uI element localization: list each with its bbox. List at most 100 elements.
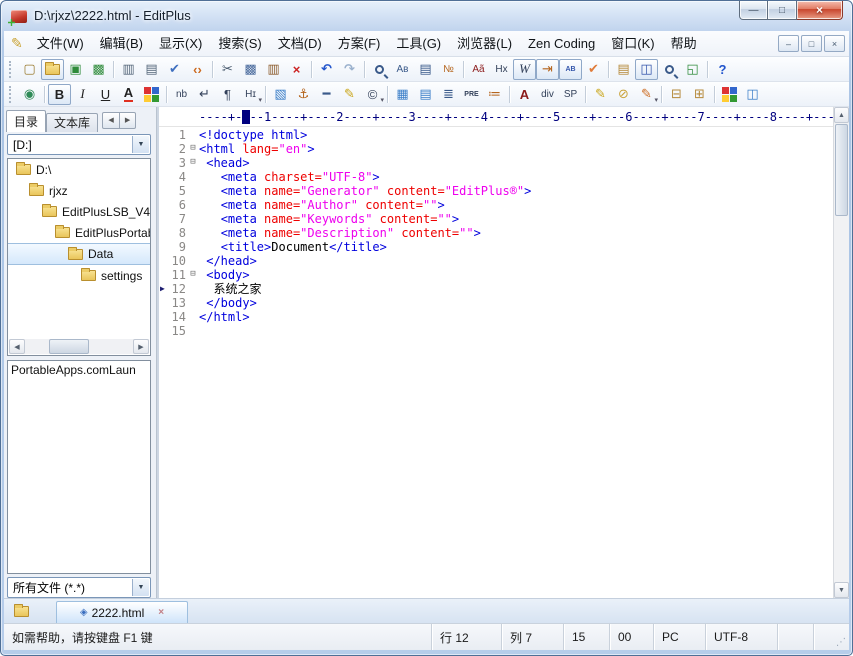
browser-preview-button[interactable] [658,59,681,80]
editor-pane[interactable]: ----+----1----+----2----+----3----+----4… [157,107,849,598]
auto-complete-button[interactable]: AB [559,59,582,80]
code-line[interactable]: ▶12 系统之家 [159,282,833,296]
menu-item[interactable]: Zen Coding [520,33,603,55]
underline-button[interactable]: U [94,84,117,105]
line-break-button[interactable]: ↵ [193,84,216,105]
form-button-button[interactable]: ⊞ [688,84,711,105]
menu-item[interactable]: 编辑(B) [92,33,151,55]
word-wrap-button[interactable]: W [513,59,536,80]
tree-item[interactable]: EditPlusPortabl [8,222,150,243]
auto-indent-button[interactable]: ⇥ [536,59,559,80]
color-palette-button[interactable] [140,84,163,105]
vertical-scrollbar[interactable]: ▲ ▼ [833,107,849,598]
context-help-button[interactable]: ? [711,59,734,80]
code-line[interactable]: 13 </body> [159,296,833,310]
anchor-button[interactable]: ⚓ [292,84,315,105]
tab-list-button[interactable] [8,601,34,621]
paste-button[interactable]: ▥ [262,59,285,80]
tab-scroll-left-icon[interactable]: ◀ [103,113,119,128]
toolbar-grip[interactable] [9,61,13,78]
font-button[interactable]: Aã [467,59,490,80]
align-button[interactable]: ≣ [437,84,460,105]
div-button[interactable]: div [536,84,559,105]
tab-close-icon[interactable]: × [158,607,164,618]
scrollbar-thumb[interactable] [49,339,89,354]
minimize-button[interactable]: — [739,1,768,20]
nbsp-button[interactable]: nb [170,84,193,105]
spell-check-button[interactable]: ✔ [163,59,186,80]
mdi-minimize-button[interactable]: – [778,35,799,52]
save-all-button[interactable]: ▩ [87,59,110,80]
replace-button[interactable]: Aʙ [391,59,414,80]
code-line[interactable]: 6 <meta name="Author" content=""> [159,198,833,212]
toolbar-grip[interactable] [9,86,13,103]
delete-button[interactable]: × [285,59,308,80]
browser-button[interactable]: ◉ [18,84,41,105]
menu-item[interactable]: 窗口(K) [603,33,662,55]
scroll-up-icon[interactable]: ▲ [834,107,849,123]
quick-edit-button[interactable]: ✎ [589,84,612,105]
tab-cliptext[interactable]: 文本库 [46,113,98,132]
document-tab[interactable]: ◈ 2222.html × [56,601,188,623]
chevron-down-icon[interactable]: ▼ [132,579,149,596]
scroll-right-icon[interactable]: ▶ [133,339,149,354]
horizontal-rule-button[interactable]: ━ [315,84,338,105]
copy-button[interactable]: ▩ [239,59,262,80]
copyright-button[interactable]: © [361,84,384,105]
close-button[interactable]: × [797,1,843,20]
split-window-button[interactable]: ◫ [635,59,658,80]
print-preview-button[interactable]: ▥ [117,59,140,80]
code-line[interactable]: 14</html> [159,310,833,324]
document-list-button[interactable]: ▤ [612,59,635,80]
find-in-files-button[interactable]: ▤ [414,59,437,80]
image-button[interactable]: ▧ [269,84,292,105]
scroll-down-icon[interactable]: ▼ [834,582,849,598]
list-button[interactable]: ≔ [483,84,506,105]
frame-button[interactable]: ◫ [741,84,764,105]
menu-item[interactable]: 帮助 [663,33,705,55]
drive-select[interactable]: [D:] ▼ [7,134,151,155]
heading-button[interactable]: Hɪ [239,84,262,105]
form-field-button[interactable]: ⊟ [665,84,688,105]
redo-button[interactable]: ↷ [338,59,361,80]
html-tags-button[interactable]: ‹› [186,59,209,80]
code-line[interactable]: 1<!doctype html> [159,128,833,142]
print-button[interactable]: ▤ [140,59,163,80]
scrollbar-thumb[interactable] [835,124,848,216]
scroll-left-icon[interactable]: ◀ [9,339,25,354]
tree-item[interactable]: D:\ [8,159,150,180]
code-line[interactable]: 4 <meta charset="UTF-8"> [159,170,833,184]
resize-grip[interactable]: ⋰ [836,637,846,648]
menu-item[interactable]: 浏览器(L) [449,33,520,55]
code-area[interactable]: 1<!doctype html>2⊟<html lang="en">3⊟ <he… [159,128,833,598]
new-window-button[interactable]: ◱ [681,59,704,80]
maximize-button[interactable]: □ [768,1,797,20]
edit-pencil-button[interactable]: ✎ [338,84,361,105]
menu-item[interactable]: 显示(X) [151,33,210,55]
mdi-restore-button[interactable]: □ [801,35,822,52]
bold-button[interactable]: B [48,84,71,105]
menu-item[interactable]: 文档(D) [270,33,330,55]
menu-item[interactable]: 搜索(S) [210,33,269,55]
syntax-check-button[interactable]: ✔ [582,59,605,80]
fold-marker-icon[interactable]: ⊟ [187,268,199,282]
code-line[interactable]: 15 [159,324,833,338]
menu-item[interactable]: 方案(F) [330,33,389,55]
table-row-button[interactable]: ▤ [414,84,437,105]
code-line[interactable]: 7 <meta name="Keywords" content=""> [159,212,833,226]
code-line[interactable]: 3⊟ <head> [159,156,833,170]
file-list-item[interactable]: PortableApps.comLaun [8,361,150,377]
code-line[interactable]: 2⊟<html lang="en"> [159,142,833,156]
font-color-button[interactable]: A [117,84,140,105]
tree-item[interactable]: settings [8,265,150,286]
file-filter-select[interactable]: 所有文件 (*.*) ▼ [7,577,151,598]
undo-button[interactable]: ↶ [315,59,338,80]
tree-horizontal-scrollbar[interactable]: ◀ ▶ [9,339,149,354]
hex-view-button[interactable]: Hx [490,59,513,80]
mdi-close-button[interactable]: × [824,35,845,52]
table-button[interactable]: ▦ [391,84,414,105]
tree-item[interactable]: rjxz [8,180,150,201]
code-line[interactable]: 11⊟ <body> [159,268,833,282]
code-line[interactable]: 9 <title>Document</title> [159,240,833,254]
cut-button[interactable]: ✂ [216,59,239,80]
